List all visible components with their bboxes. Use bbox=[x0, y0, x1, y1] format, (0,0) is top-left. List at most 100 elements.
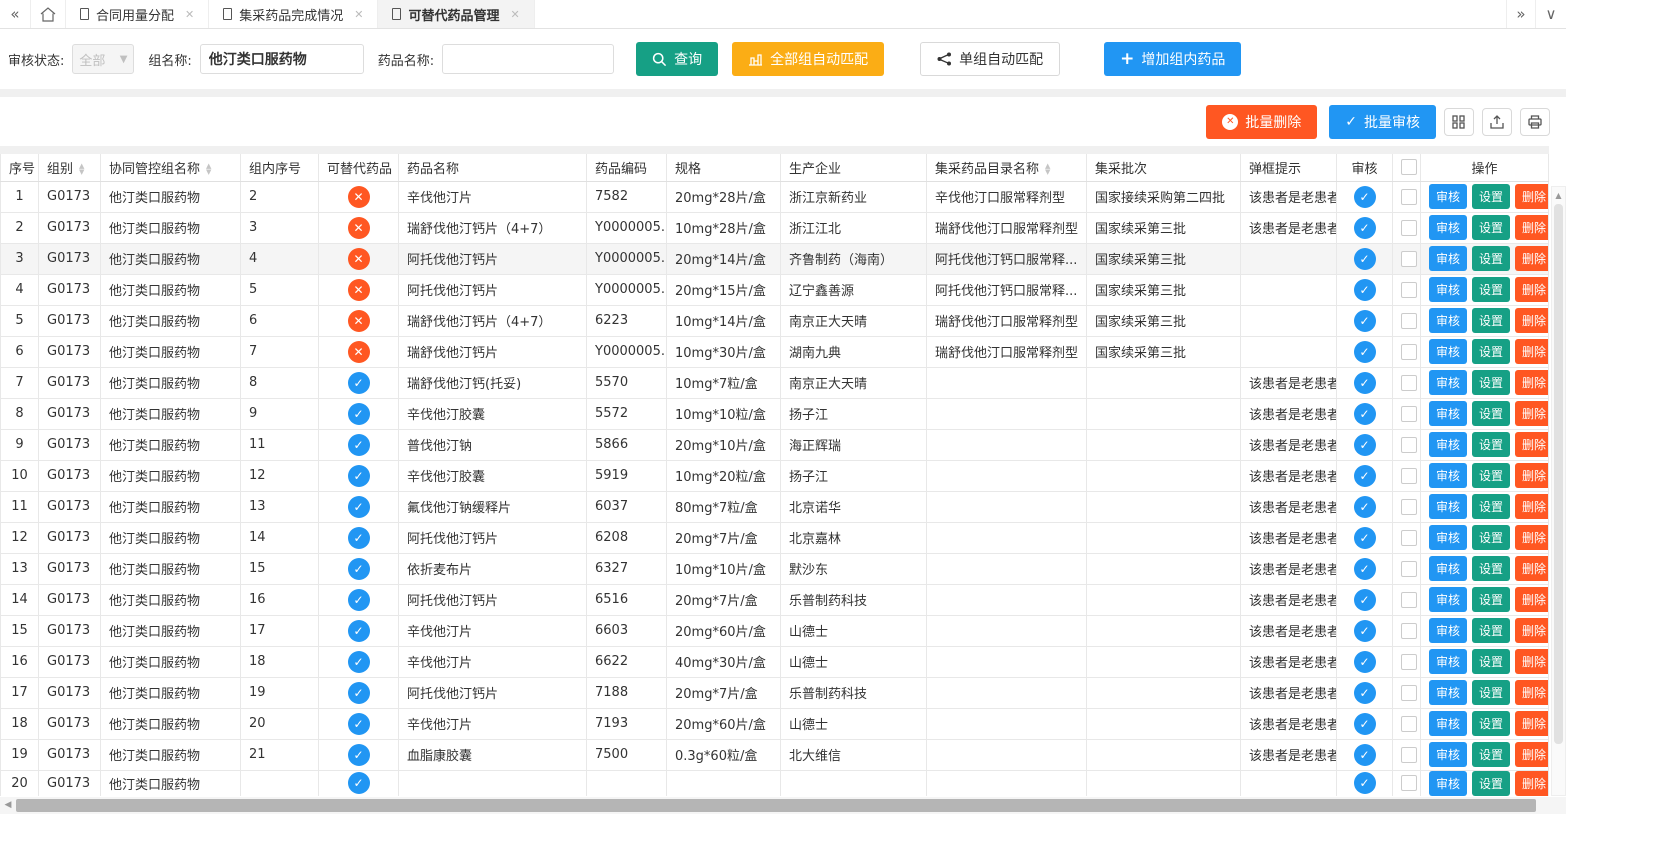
row-review-button[interactable]: 审核 bbox=[1429, 215, 1467, 240]
column-settings-button[interactable] bbox=[1444, 108, 1474, 136]
row-checkbox[interactable] bbox=[1401, 775, 1417, 791]
row-setting-button[interactable]: 设置 bbox=[1472, 339, 1510, 364]
row-checkbox[interactable] bbox=[1401, 344, 1417, 360]
row-delete-button[interactable]: 删除 bbox=[1515, 494, 1548, 519]
row-setting-button[interactable]: 设置 bbox=[1472, 649, 1510, 674]
row-checkbox[interactable] bbox=[1401, 654, 1417, 670]
row-review-button[interactable]: 审核 bbox=[1429, 771, 1467, 796]
row-setting-button[interactable]: 设置 bbox=[1472, 587, 1510, 612]
row-setting-button[interactable]: 设置 bbox=[1472, 401, 1510, 426]
review-status-select[interactable]: 全部 ▼ bbox=[72, 44, 134, 74]
row-setting-button[interactable]: 设置 bbox=[1472, 525, 1510, 550]
row-review-button[interactable]: 审核 bbox=[1429, 370, 1467, 395]
horizontal-scrollbar[interactable]: ◀ bbox=[0, 797, 1566, 814]
row-setting-button[interactable]: 设置 bbox=[1472, 711, 1510, 736]
row-review-button[interactable]: 审核 bbox=[1429, 308, 1467, 333]
search-button[interactable]: 查询 bbox=[636, 42, 718, 76]
close-tab-icon[interactable]: ✕ bbox=[510, 8, 519, 21]
column-header[interactable]: 组别▲▼ bbox=[39, 150, 101, 181]
tabs-dropdown-icon[interactable]: ∨ bbox=[1536, 0, 1566, 28]
row-checkbox[interactable] bbox=[1401, 220, 1417, 236]
print-button[interactable] bbox=[1520, 108, 1550, 136]
row-delete-button[interactable]: 删除 bbox=[1515, 463, 1548, 488]
row-setting-button[interactable]: 设置 bbox=[1472, 370, 1510, 395]
row-delete-button[interactable]: 删除 bbox=[1515, 308, 1548, 333]
row-review-button[interactable]: 审核 bbox=[1429, 556, 1467, 581]
vertical-scroll-thumb[interactable] bbox=[1554, 204, 1563, 744]
row-setting-button[interactable]: 设置 bbox=[1472, 771, 1510, 796]
row-delete-button[interactable]: 删除 bbox=[1515, 680, 1548, 705]
row-review-button[interactable]: 审核 bbox=[1429, 742, 1467, 767]
match-all-groups-button[interactable]: 全部组自动匹配 bbox=[732, 42, 884, 76]
column-header[interactable]: 协同管控组名称▲▼ bbox=[101, 150, 241, 181]
row-checkbox[interactable] bbox=[1401, 406, 1417, 422]
scroll-left-icon[interactable]: ◀ bbox=[0, 800, 16, 810]
scroll-up-icon[interactable]: ▲ bbox=[1552, 187, 1565, 200]
row-checkbox[interactable] bbox=[1401, 282, 1417, 298]
row-delete-button[interactable]: 删除 bbox=[1515, 742, 1548, 767]
row-delete-button[interactable]: 删除 bbox=[1515, 649, 1548, 674]
tab-replaceable-drug-management[interactable]: 可替代药品管理 ✕ bbox=[378, 0, 534, 28]
row-delete-button[interactable]: 删除 bbox=[1515, 711, 1548, 736]
row-setting-button[interactable]: 设置 bbox=[1472, 742, 1510, 767]
row-checkbox[interactable] bbox=[1401, 592, 1417, 608]
row-delete-button[interactable]: 删除 bbox=[1515, 432, 1548, 457]
row-delete-button[interactable]: 删除 bbox=[1515, 184, 1548, 209]
row-review-button[interactable]: 审核 bbox=[1429, 246, 1467, 271]
row-delete-button[interactable]: 删除 bbox=[1515, 556, 1548, 581]
row-checkbox[interactable] bbox=[1401, 468, 1417, 484]
row-checkbox[interactable] bbox=[1401, 375, 1417, 391]
row-delete-button[interactable]: 删除 bbox=[1515, 339, 1548, 364]
row-checkbox[interactable] bbox=[1401, 561, 1417, 577]
row-checkbox[interactable] bbox=[1401, 251, 1417, 267]
row-checkbox[interactable] bbox=[1401, 685, 1417, 701]
row-checkbox[interactable] bbox=[1401, 623, 1417, 639]
row-review-button[interactable]: 审核 bbox=[1429, 463, 1467, 488]
batch-delete-button[interactable]: ✕ 批量删除 bbox=[1206, 105, 1317, 139]
row-review-button[interactable]: 审核 bbox=[1429, 277, 1467, 302]
row-delete-button[interactable]: 删除 bbox=[1515, 587, 1548, 612]
tabs-scroll-left-icon[interactable]: « bbox=[0, 0, 30, 28]
sort-icon[interactable]: ▲▼ bbox=[1045, 163, 1050, 175]
row-review-button[interactable]: 审核 bbox=[1429, 618, 1467, 643]
row-setting-button[interactable]: 设置 bbox=[1472, 246, 1510, 271]
row-setting-button[interactable]: 设置 bbox=[1472, 277, 1510, 302]
sort-icon[interactable]: ▲▼ bbox=[206, 163, 211, 175]
row-review-button[interactable]: 审核 bbox=[1429, 432, 1467, 457]
select-all-checkbox[interactable] bbox=[1401, 159, 1417, 175]
add-group-drug-button[interactable]: + 增加组内药品 bbox=[1104, 42, 1241, 76]
row-checkbox[interactable] bbox=[1401, 437, 1417, 453]
row-delete-button[interactable]: 删除 bbox=[1515, 215, 1548, 240]
row-delete-button[interactable]: 删除 bbox=[1515, 401, 1548, 426]
close-tab-icon[interactable]: ✕ bbox=[354, 8, 363, 21]
row-delete-button[interactable]: 删除 bbox=[1515, 370, 1548, 395]
row-setting-button[interactable]: 设置 bbox=[1472, 618, 1510, 643]
sort-icon[interactable]: ▲▼ bbox=[79, 163, 84, 175]
match-single-group-button[interactable]: 单组自动匹配 bbox=[920, 42, 1060, 76]
row-setting-button[interactable]: 设置 bbox=[1472, 680, 1510, 705]
row-review-button[interactable]: 审核 bbox=[1429, 587, 1467, 612]
row-setting-button[interactable]: 设置 bbox=[1472, 215, 1510, 240]
row-review-button[interactable]: 审核 bbox=[1429, 649, 1467, 674]
row-delete-button[interactable]: 删除 bbox=[1515, 246, 1548, 271]
row-review-button[interactable]: 审核 bbox=[1429, 401, 1467, 426]
export-button[interactable] bbox=[1482, 108, 1512, 136]
row-checkbox[interactable] bbox=[1401, 530, 1417, 546]
row-setting-button[interactable]: 设置 bbox=[1472, 308, 1510, 333]
home-tab[interactable] bbox=[30, 0, 66, 28]
row-checkbox[interactable] bbox=[1401, 313, 1417, 329]
row-review-button[interactable]: 审核 bbox=[1429, 525, 1467, 550]
row-checkbox[interactable] bbox=[1401, 716, 1417, 732]
row-delete-button[interactable]: 删除 bbox=[1515, 277, 1548, 302]
horizontal-scroll-thumb[interactable] bbox=[16, 799, 1536, 812]
tab-procurement-completion[interactable]: 集采药品完成情况 ✕ bbox=[209, 0, 378, 28]
group-name-input[interactable] bbox=[200, 44, 364, 74]
row-delete-button[interactable]: 删除 bbox=[1515, 525, 1548, 550]
row-review-button[interactable]: 审核 bbox=[1429, 711, 1467, 736]
close-tab-icon[interactable]: ✕ bbox=[185, 8, 194, 21]
row-checkbox[interactable] bbox=[1401, 747, 1417, 763]
row-review-button[interactable]: 审核 bbox=[1429, 680, 1467, 705]
row-checkbox[interactable] bbox=[1401, 499, 1417, 515]
row-checkbox[interactable] bbox=[1401, 189, 1417, 205]
row-review-button[interactable]: 审核 bbox=[1429, 494, 1467, 519]
